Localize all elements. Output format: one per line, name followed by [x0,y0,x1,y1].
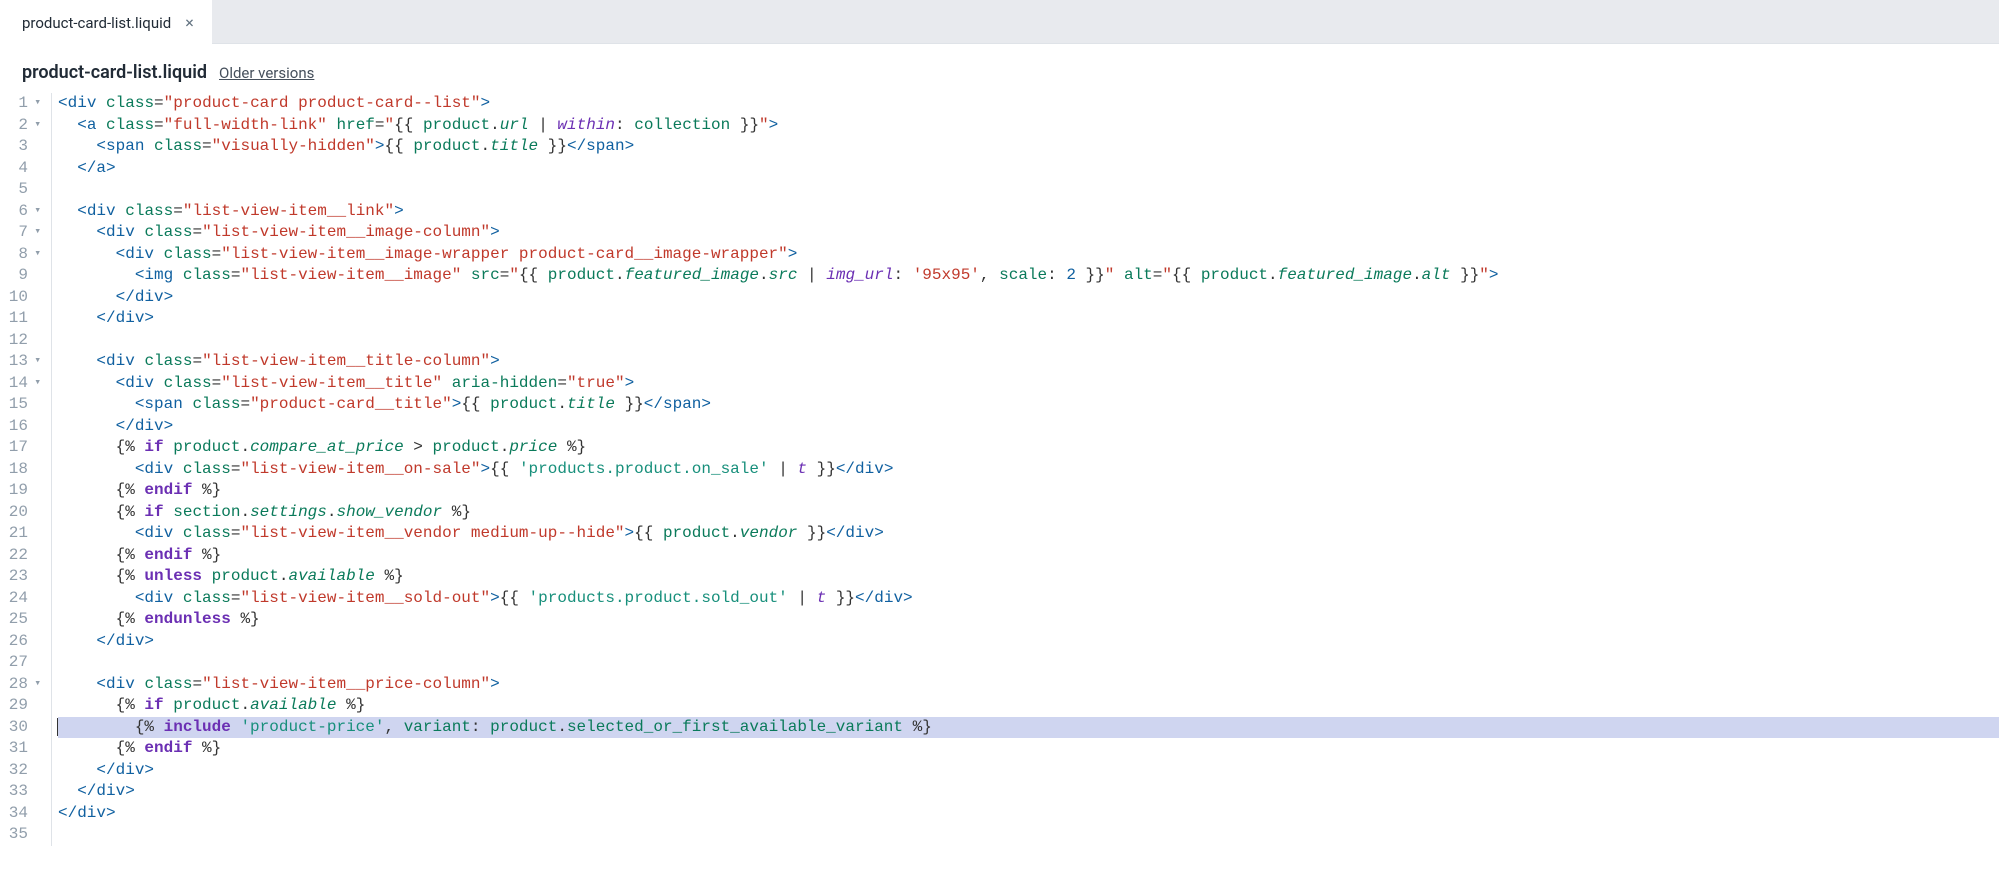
line-number: 32 [0,760,45,782]
line-number: 21 [0,523,45,545]
code-line[interactable] [58,330,1999,352]
code-line[interactable]: <div class="list-view-item__title-column… [58,351,1999,373]
code-editor[interactable]: 1▾2▾3456▾7▾8▾910111213▾14▾15161718192021… [0,93,1999,846]
code-line[interactable]: </div> [58,287,1999,309]
line-number: 16 [0,416,45,438]
older-versions-link[interactable]: Older versions [219,64,314,82]
line-number: 35 [0,824,45,846]
line-number: 33 [0,781,45,803]
code-line[interactable]: {% endif %} [58,738,1999,760]
fold-icon[interactable]: ▾ [31,373,41,395]
code-line[interactable]: </div> [58,781,1999,803]
code-line[interactable]: <div class="list-view-item__price-column… [58,674,1999,696]
line-number: 8▾ [0,244,45,266]
code-line[interactable]: <div class="list-view-item__title" aria-… [58,373,1999,395]
code-line[interactable]: <span class="visually-hidden">{{ product… [58,136,1999,158]
code-line[interactable]: <div class="list-view-item__on-sale">{{ … [58,459,1999,481]
line-number: 9 [0,265,45,287]
line-number: 5 [0,179,45,201]
line-number: 23 [0,566,45,588]
code-line[interactable]: <span class="product-card__title">{{ pro… [58,394,1999,416]
fold-icon[interactable]: ▾ [31,222,41,244]
tab-label: product-card-list.liquid [22,14,171,32]
code-line[interactable]: <img class="list-view-item__image" src="… [58,265,1999,287]
line-number: 6▾ [0,201,45,223]
tab-bar: product-card-list.liquid × [0,0,1999,44]
line-number: 29 [0,695,45,717]
code-line[interactable]: </a> [58,158,1999,180]
line-number-gutter: 1▾2▾3456▾7▾8▾910111213▾14▾15161718192021… [0,93,52,846]
code-line[interactable]: {% endif %} [58,480,1999,502]
fold-icon[interactable]: ▾ [31,201,41,223]
line-number: 26 [0,631,45,653]
line-number: 4 [0,158,45,180]
code-line[interactable]: {% endunless %} [58,609,1999,631]
line-number: 30 [0,717,45,739]
code-line[interactable]: </div> [58,760,1999,782]
code-line[interactable]: </div> [58,631,1999,653]
code-line[interactable]: {% include 'product-price', variant: pro… [58,717,1999,739]
code-line[interactable] [58,824,1999,846]
fold-icon[interactable]: ▾ [31,115,41,137]
code-line[interactable]: <a class="full-width-link" href="{{ prod… [58,115,1999,137]
line-number: 31 [0,738,45,760]
line-number: 2▾ [0,115,45,137]
line-number: 24 [0,588,45,610]
line-number: 34 [0,803,45,825]
code-line[interactable]: {% if product.available %} [58,695,1999,717]
tab-active[interactable]: product-card-list.liquid × [0,0,212,44]
code-line[interactable] [58,652,1999,674]
close-icon[interactable]: × [185,15,194,31]
tab-bar-empty [212,0,1999,44]
code-line[interactable]: {% unless product.available %} [58,566,1999,588]
line-number: 17 [0,437,45,459]
code-line[interactable]: <div class="list-view-item__vendor mediu… [58,523,1999,545]
code-line[interactable] [58,179,1999,201]
line-number: 15 [0,394,45,416]
code-line[interactable]: <div class="list-view-item__sold-out">{{… [58,588,1999,610]
code-line[interactable]: <div class="list-view-item__link"> [58,201,1999,223]
line-number: 28▾ [0,674,45,696]
line-number: 25 [0,609,45,631]
fold-icon[interactable]: ▾ [31,351,41,373]
line-number: 12 [0,330,45,352]
file-title: product-card-list.liquid [22,62,207,83]
line-number: 20 [0,502,45,524]
code-line[interactable]: {% if section.settings.show_vendor %} [58,502,1999,524]
line-number: 1▾ [0,93,45,115]
line-number: 22 [0,545,45,567]
fold-icon[interactable]: ▾ [31,244,41,266]
code-line[interactable]: </div> [58,416,1999,438]
code-line[interactable]: <div class="list-view-item__image-wrappe… [58,244,1999,266]
line-number: 14▾ [0,373,45,395]
line-number: 3 [0,136,45,158]
code-line[interactable]: <div class="product-card product-card--l… [58,93,1999,115]
line-number: 10 [0,287,45,309]
line-number: 7▾ [0,222,45,244]
fold-icon[interactable]: ▾ [31,93,41,115]
fold-icon[interactable]: ▾ [31,674,41,696]
code-line[interactable]: {% endif %} [58,545,1999,567]
line-number: 19 [0,480,45,502]
line-number: 11 [0,308,45,330]
code-line[interactable]: {% if product.compare_at_price > product… [58,437,1999,459]
line-number: 27 [0,652,45,674]
line-number: 13▾ [0,351,45,373]
file-header: product-card-list.liquid Older versions [0,44,1999,93]
code-line[interactable]: <div class="list-view-item__image-column… [58,222,1999,244]
code-line[interactable]: </div> [58,308,1999,330]
code-area[interactable]: <div class="product-card product-card--l… [52,93,1999,846]
line-number: 18 [0,459,45,481]
code-line[interactable]: </div> [58,803,1999,825]
